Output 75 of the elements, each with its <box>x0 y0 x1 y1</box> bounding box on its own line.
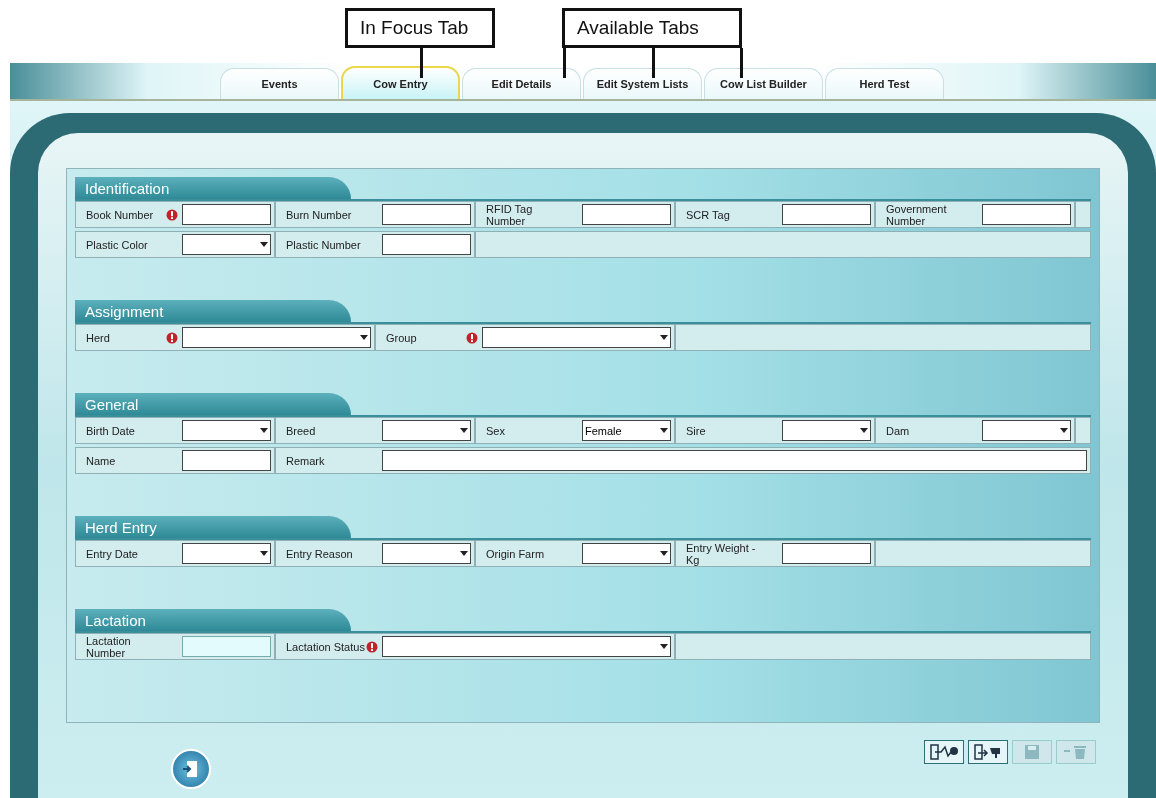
field-label: Name <box>86 454 117 467</box>
transfer-icon <box>973 744 1003 760</box>
input-field[interactable] <box>382 204 471 225</box>
section-title: Herd Entry <box>75 516 351 538</box>
field-label: Book Number <box>86 208 155 221</box>
input-field[interactable] <box>782 543 871 564</box>
input-field[interactable] <box>782 204 871 225</box>
dropdown-field[interactable] <box>582 543 671 564</box>
save-icon <box>1024 744 1040 760</box>
field-label: Breed <box>286 424 317 437</box>
field-label: RFID Tag Number <box>486 202 534 227</box>
caret-icon <box>460 551 468 556</box>
field-label: SCR Tag <box>686 208 731 221</box>
field-label: Remark <box>286 454 326 467</box>
import-button[interactable] <box>924 740 964 764</box>
import-icon <box>929 744 959 760</box>
transfer-button[interactable] <box>968 740 1008 764</box>
caret-icon <box>360 335 368 340</box>
field-label: Herd <box>86 331 111 344</box>
tab[interactable]: Cow Entry <box>341 66 460 99</box>
dropdown-field[interactable] <box>482 327 671 348</box>
input-field[interactable] <box>982 204 1071 225</box>
caret-icon <box>660 428 668 433</box>
exit-button[interactable] <box>171 749 211 789</box>
dropdown-field[interactable]: Female <box>582 420 671 441</box>
trash-icon <box>1063 744 1089 760</box>
section-title: Assignment <box>75 300 351 322</box>
field-label: Lactation Status <box>286 640 366 653</box>
tab[interactable]: Events <box>220 68 339 99</box>
input-field[interactable] <box>182 204 271 225</box>
field-label: Sire <box>686 424 707 437</box>
dropdown-field[interactable] <box>182 327 371 348</box>
dropdown-field[interactable] <box>382 543 471 564</box>
input-field[interactable] <box>382 450 1087 471</box>
caret-icon <box>260 242 268 247</box>
field-label: Origin Farm <box>486 547 546 560</box>
tab[interactable]: Herd Test <box>825 68 944 99</box>
field-label: Burn Number <box>286 208 353 221</box>
field-label: Entry Weight - Kg <box>686 541 757 566</box>
section-title: Identification <box>75 177 351 199</box>
dropdown-field[interactable] <box>982 420 1071 441</box>
dropdown-field[interactable] <box>782 420 871 441</box>
caret-icon <box>660 551 668 556</box>
dropdown-field[interactable] <box>182 543 271 564</box>
section-title: General <box>75 393 351 415</box>
field-label: Lactation Number <box>86 634 132 659</box>
field-label: Plastic Color <box>86 238 149 251</box>
field-label: Entry Date <box>86 547 139 560</box>
field-label: Government Number <box>886 202 948 227</box>
tab[interactable]: Cow List Builder <box>704 68 823 99</box>
callout-label: In Focus Tab <box>345 8 495 48</box>
section-title: Lactation <box>75 609 351 631</box>
dropdown-field[interactable] <box>182 234 271 255</box>
caret-icon <box>660 335 668 340</box>
field-label: Plastic Number <box>286 238 362 251</box>
tab[interactable]: Edit Details <box>462 68 581 99</box>
field-label: Sex <box>486 424 506 437</box>
caret-icon <box>860 428 868 433</box>
field-label: Birth Date <box>86 424 136 437</box>
input-field[interactable] <box>582 204 671 225</box>
caret-icon <box>460 428 468 433</box>
dropdown-field[interactable] <box>382 636 671 657</box>
field-label: Group <box>386 331 418 344</box>
dropdown-field[interactable] <box>382 420 471 441</box>
caret-icon <box>660 644 668 649</box>
dropdown-field[interactable] <box>182 420 271 441</box>
caret-icon <box>260 428 268 433</box>
caret-icon <box>1060 428 1068 433</box>
caret-icon <box>260 551 268 556</box>
input-field[interactable] <box>182 450 271 471</box>
field-label: Dam <box>886 424 911 437</box>
tab[interactable]: Edit System Lists <box>583 68 702 99</box>
field-label: Entry Reason <box>286 547 354 560</box>
input-field[interactable] <box>382 234 471 255</box>
callout-label: Available Tabs <box>562 8 742 48</box>
